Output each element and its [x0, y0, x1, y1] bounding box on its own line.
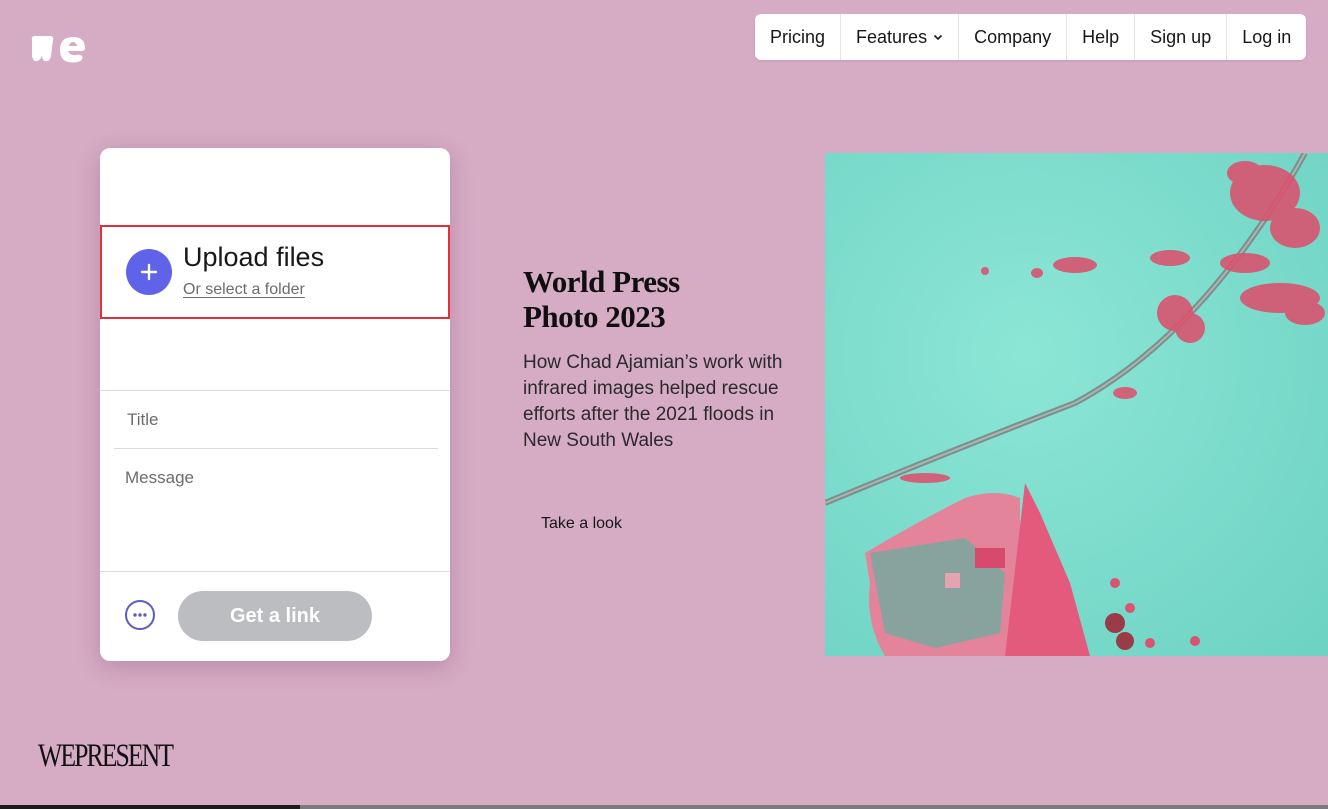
chevron-down-icon	[934, 34, 943, 41]
nav-features-label: Features	[856, 26, 928, 47]
title-input[interactable]	[114, 392, 436, 448]
add-files-button[interactable]	[126, 249, 172, 295]
nav-sign-up-label: Sign up	[1150, 26, 1212, 47]
get-a-link-button[interactable]: Get a link	[178, 591, 372, 641]
divider	[100, 390, 450, 391]
nav-features[interactable]: Features	[840, 14, 958, 60]
nav-help-label: Help	[1082, 26, 1120, 47]
take-a-look-link[interactable]: Take a look	[541, 515, 622, 533]
wetransfer-logo-icon[interactable]	[30, 34, 88, 64]
upload-card: Upload files Or select a folder Get a li…	[100, 148, 450, 661]
upload-files-zone[interactable]: Upload files Or select a folder	[100, 225, 450, 319]
divider	[100, 571, 450, 572]
nav-sign-up[interactable]: Sign up	[1134, 14, 1226, 60]
message-input[interactable]	[114, 454, 436, 564]
top-nav: Pricing Features Company Help Sign up Lo…	[755, 14, 1307, 60]
divider	[114, 448, 438, 449]
nav-company[interactable]: Company	[958, 14, 1066, 60]
nav-pricing-label: Pricing	[770, 26, 826, 47]
footer-edge-dark	[0, 805, 300, 809]
nav-log-in-label: Log in	[1242, 26, 1292, 47]
article-description: How Chad Ajamian’s work with infrared im…	[523, 352, 783, 451]
more-options-button[interactable]	[125, 600, 155, 630]
plus-icon	[140, 263, 158, 281]
article-title-line-1: World Press	[523, 264, 680, 299]
select-folder-link[interactable]: Or select a folder	[183, 281, 305, 299]
nav-company-label: Company	[974, 26, 1052, 47]
more-options-icon	[133, 613, 147, 617]
nav-log-in[interactable]: Log in	[1226, 14, 1306, 60]
article-title-line-2: Photo 2023	[523, 299, 666, 334]
wepresent-logo[interactable]: WEPRESENT	[38, 738, 174, 775]
nav-help[interactable]: Help	[1066, 14, 1134, 60]
nav-pricing[interactable]: Pricing	[755, 14, 840, 60]
upload-files-label[interactable]: Upload files	[183, 242, 324, 273]
article-title: World Press Photo 2023	[523, 264, 783, 334]
article-photo[interactable]	[825, 153, 1328, 656]
